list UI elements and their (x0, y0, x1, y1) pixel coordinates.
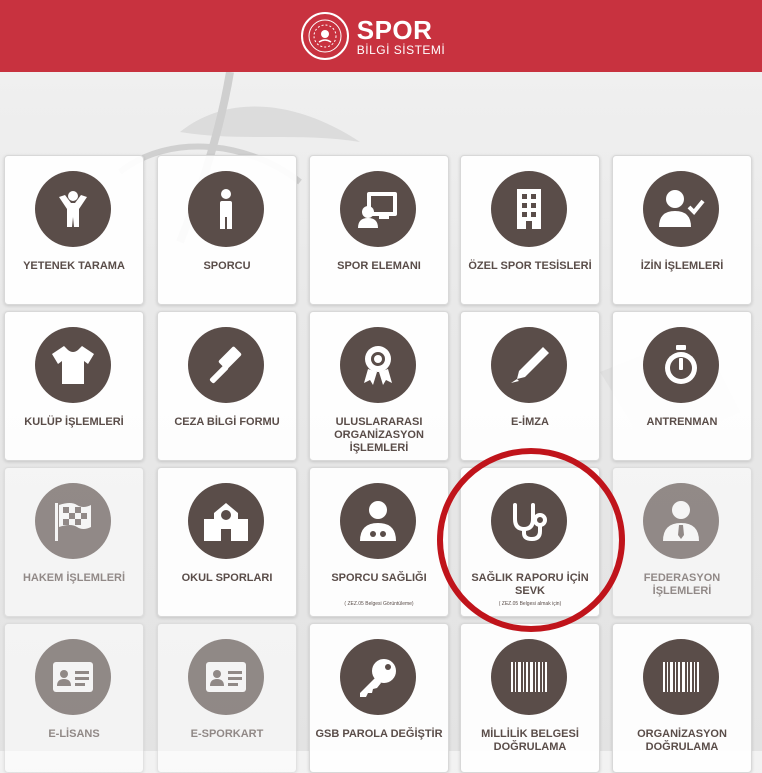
tile-label: KULÜP İŞLEMLERİ (24, 416, 124, 428)
tile-okul-sporlari[interactable]: OKUL SPORLARI (157, 467, 297, 617)
stopwatch-icon (643, 327, 719, 403)
tile-label: E-LİSANS (48, 728, 100, 740)
tile-e-imza[interactable]: E-İMZA (460, 311, 600, 461)
tile-label: MİLLİLİK BELGESİ DOĞRULAMA (481, 728, 579, 753)
presentation-icon (340, 171, 416, 247)
tile-label: ORGANİZASYON DOĞRULAMA (637, 728, 727, 753)
tile-saglik-raporu-icin-sevk[interactable]: SAĞLIK RAPORU İÇİN SEVK ( ZEZ.05 Belgesi… (460, 467, 600, 617)
tile-label: FEDERASYON İŞLEMLERİ (643, 572, 721, 597)
barcode-icon (643, 639, 719, 715)
tile-kulup-islemleri[interactable]: KULÜP İŞLEMLERİ (4, 311, 144, 461)
school-icon (188, 483, 264, 559)
award-icon (340, 327, 416, 403)
id-card-icon (35, 639, 111, 715)
tile-label: E-SPORKART (190, 728, 264, 740)
stethoscope-icon (491, 483, 567, 559)
tile-yetenek-tarama[interactable]: YETENEK TARAMA (4, 155, 144, 305)
tile-uluslararasi-organizasyon[interactable]: ULUSLARARASI ORGANİZASYON İŞLEMLERİ (309, 311, 449, 461)
tile-label: GSB PAROLA DEĞİŞTİR (315, 728, 443, 740)
tile-hakem-islemleri[interactable]: HAKEM İŞLEMLERİ (4, 467, 144, 617)
tile-label: HAKEM İŞLEMLERİ (22, 572, 126, 584)
tile-ceza-bilgi-formu[interactable]: CEZA BİLGİ FORMU (157, 311, 297, 461)
logo-title: SPOR (356, 14, 433, 45)
tile-label: SPORCU SAĞLIĞI (331, 572, 427, 584)
tile-sporcu[interactable]: SPORCU (157, 155, 297, 305)
child-icon (35, 171, 111, 247)
checkered-flag-icon (35, 483, 111, 559)
tile-izin-islemleri[interactable]: İZİN İŞLEMLERİ (612, 155, 752, 305)
tile-sporcu-sagligi[interactable]: SPORCU SAĞLIĞI ( ZEZ.05 Belgesi Görüntül… (309, 467, 449, 617)
site-logo[interactable]: SPOR BİLGİ SİSTEMİ (300, 12, 446, 60)
tile-label: CEZA BİLGİ FORMU (174, 416, 280, 428)
person-icon (188, 171, 264, 247)
tile-sublabel: ( ZEZ.05 Belgesi almak için) (498, 601, 562, 607)
tile-label: E-İMZA (511, 416, 549, 428)
id-card-icon (188, 639, 264, 715)
ministry-seal-icon (300, 12, 349, 60)
tile-label: ANTRENMAN (646, 416, 718, 428)
tile-spor-elemani[interactable]: SPOR ELEMANI (309, 155, 449, 305)
gavel-icon (188, 327, 264, 403)
tile-ozel-spor-tesisleri[interactable]: ÖZEL SPOR TESİSLERİ (460, 155, 600, 305)
tile-federasyon-islemleri[interactable]: FEDERASYON İŞLEMLERİ (612, 467, 752, 617)
user-tie-icon (643, 483, 719, 559)
tile-label: OKUL SPORLARI (181, 572, 273, 584)
doctor-icon (340, 483, 416, 559)
user-check-icon (643, 171, 719, 247)
key-icon (340, 639, 416, 715)
tile-sublabel: ( ZEZ.05 Belgesi Görüntüleme) (344, 601, 414, 607)
barcode-icon (491, 639, 567, 715)
tshirt-icon (35, 327, 111, 403)
building-icon (491, 171, 567, 247)
tile-label: SPOR ELEMANI (337, 260, 421, 272)
tile-label: SPORCU (203, 260, 251, 272)
tile-label: ÖZEL SPOR TESİSLERİ (468, 260, 592, 272)
pen-icon (491, 327, 567, 403)
site-header: SPOR BİLGİ SİSTEMİ (0, 0, 762, 72)
tile-label: İZİN İŞLEMLERİ (640, 260, 724, 272)
tile-label: ULUSLARARASI ORGANİZASYON İŞLEMLERİ (334, 416, 424, 454)
tile-label: YETENEK TARAMA (23, 260, 125, 272)
tile-label: SAĞLIK RAPORU İÇİN SEVK (471, 572, 589, 597)
logo-subtitle: BİLGİ SİSTEMİ (356, 42, 446, 57)
tile-antrenman[interactable]: ANTRENMAN (612, 311, 752, 461)
